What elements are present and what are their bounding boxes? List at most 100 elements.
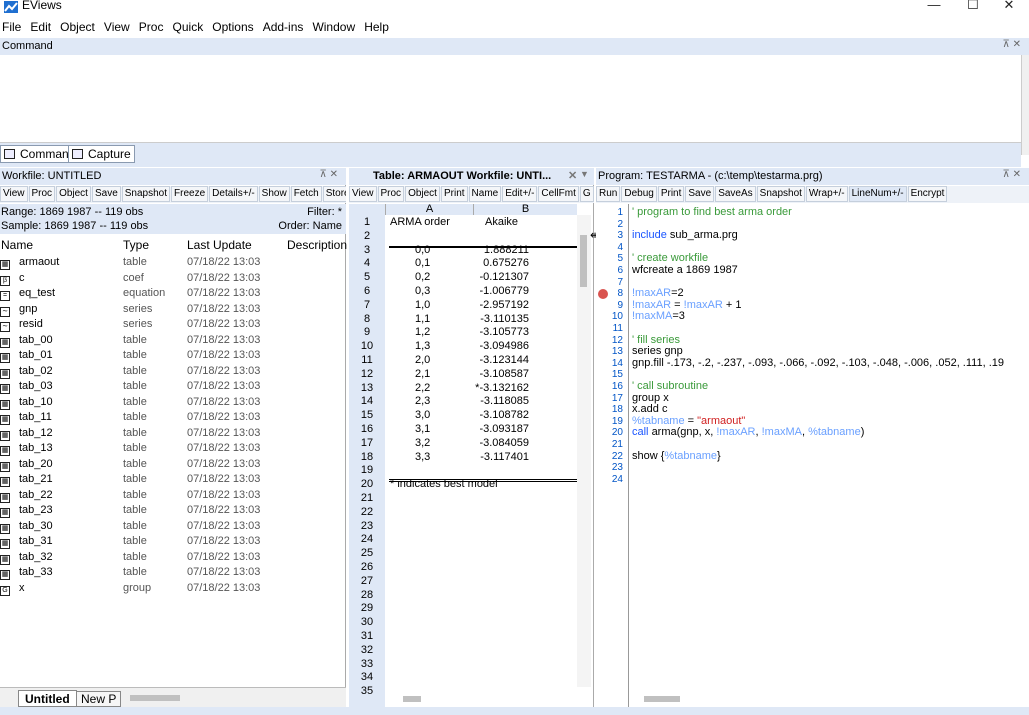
prg-linenum-button[interactable]: LineNum+/-	[848, 186, 907, 202]
table-cell-a[interactable]: 2,0	[415, 354, 430, 367]
table-row-number[interactable]: 6	[349, 285, 385, 299]
program-hscroll-thumb[interactable]	[644, 696, 680, 702]
code-line[interactable]: !maxAR = !maxAR + 1	[632, 300, 1029, 312]
table-row-number[interactable]: 20	[349, 478, 385, 492]
code-line[interactable]: wfcreate a 1869 1987	[632, 265, 1029, 277]
table-row-number[interactable]: 10	[349, 340, 385, 354]
code-line[interactable]: call arma(gnp, x, !maxAR, !maxMA, %tabna…	[632, 427, 1029, 439]
table-cell-a[interactable]: 2,1	[415, 368, 430, 381]
col-name[interactable]: Name	[1, 238, 33, 252]
table-row-number[interactable]: 14	[349, 395, 385, 409]
table-row-number[interactable]: 27	[349, 575, 385, 589]
list-item[interactable]: ▦ tab_30 table 07/18/22 13:03	[0, 520, 346, 534]
list-item[interactable]: ▦ tab_00 table 07/18/22 13:03	[0, 334, 346, 348]
table-cell-a[interactable]: 1,3	[415, 340, 430, 353]
command-scrollbar[interactable]	[1021, 55, 1029, 155]
prg-debug-button[interactable]: Debug	[621, 186, 657, 202]
list-item[interactable]: ▦ tab_20 table 07/18/22 13:03	[0, 458, 346, 472]
table-row-number[interactable]: 16	[349, 423, 385, 437]
pin-close-icon[interactable]: ⊼ ✕	[320, 169, 338, 180]
table-cell-a[interactable]: 1,0	[415, 299, 430, 312]
tbl-cellfmt-button[interactable]: CellFmt	[538, 186, 579, 202]
table-cell-a[interactable]: 0,3	[415, 285, 430, 298]
prg-print-button[interactable]: Print	[657, 186, 685, 202]
wf-object-button[interactable]: Object	[56, 186, 91, 202]
list-item[interactable]: ▦ tab_22 table 07/18/22 13:03	[0, 489, 346, 503]
wf-fetch-button[interactable]: Fetch	[290, 186, 322, 202]
code-line[interactable]: %tabname = "armaout"	[632, 416, 1029, 428]
code-line[interactable]: ' create workfile	[632, 253, 1029, 265]
table-cell-b[interactable]: -2.957192	[479, 299, 529, 312]
list-item[interactable]: ▦ tab_10 table 07/18/22 13:03	[0, 396, 346, 410]
wf-store-button[interactable]: Store	[322, 186, 346, 202]
table-cell-b[interactable]: -3.093187	[479, 423, 529, 436]
code-line[interactable]: x.add c	[632, 404, 1029, 416]
table-row-number[interactable]: 32	[349, 644, 385, 658]
table-cell-b[interactable]: -3.105773	[479, 326, 529, 339]
menu-addins[interactable]: Add-ins	[261, 18, 306, 34]
range-text[interactable]: Range: 1869 1987 -- 119 obs	[1, 206, 143, 219]
table-cell-a[interactable]: 1,1	[415, 313, 430, 326]
menu-proc[interactable]: Proc	[137, 18, 166, 34]
table-row-number[interactable]: 3	[349, 244, 385, 258]
table-cell-b[interactable]: -0.121307	[479, 271, 529, 284]
table-row-number[interactable]: 21	[349, 492, 385, 506]
table-row-number[interactable]: 25	[349, 547, 385, 561]
tbl-name-button[interactable]: Name	[468, 186, 502, 202]
wf-save-button[interactable]: Save	[91, 186, 121, 202]
pin-close-icon[interactable]: ⊼ ✕	[1003, 39, 1021, 50]
prg-save-button[interactable]: Save	[685, 186, 715, 202]
code-line[interactable]: gnp.fill -.173, -.2, -.237, -.093, -.066…	[632, 358, 1029, 370]
table-cell-a[interactable]: 3,2	[415, 437, 430, 450]
col-b-header[interactable]: B	[473, 204, 577, 215]
list-item[interactable]: ▦ tab_02 table 07/18/22 13:03	[0, 365, 346, 379]
table-cell-b[interactable]: -3.123144	[479, 354, 529, 367]
table-row-number[interactable]: 19	[349, 464, 385, 478]
table-row-number[interactable]: 11	[349, 354, 385, 368]
menu-view[interactable]: View	[102, 18, 132, 34]
table-cell-b[interactable]: -3.117401	[480, 451, 529, 464]
code-line[interactable]: !maxAR=2	[632, 288, 1029, 300]
table-row-number[interactable]: 34	[349, 671, 385, 685]
col-description[interactable]: Description	[287, 238, 347, 252]
command-input[interactable]	[0, 55, 1021, 143]
wf-proc-button[interactable]: Proc	[28, 186, 56, 202]
wf-view-button[interactable]: View	[0, 186, 28, 202]
table-cell-a[interactable]: 2,3	[415, 395, 430, 408]
table-row-number[interactable]: 18	[349, 451, 385, 465]
list-item[interactable]: ▦ tab_03 table 07/18/22 13:03	[0, 380, 346, 394]
table-hscroll-thumb[interactable]	[403, 696, 421, 702]
table-cell-a[interactable]: 3,0	[415, 409, 430, 422]
sample-text[interactable]: Sample: 1869 1987 -- 119 obs	[1, 220, 148, 233]
workfile-hscroll-thumb[interactable]	[130, 695, 180, 701]
table-cell-b[interactable]: -3.094986	[479, 340, 529, 353]
list-item[interactable]: ▦ tab_01 table 07/18/22 13:03	[0, 349, 346, 363]
code-line[interactable]: series gnp	[632, 346, 1029, 358]
col-a-header[interactable]: A	[385, 204, 473, 215]
order-text[interactable]: Order: Name	[278, 220, 342, 233]
wf-show-button[interactable]: Show	[258, 186, 290, 202]
table-row-number[interactable]: 30	[349, 616, 385, 630]
code-line[interactable]: group x	[632, 393, 1029, 405]
table-row-number[interactable]: 23	[349, 520, 385, 534]
list-item[interactable]: ▦ tab_33 table 07/18/22 13:03	[0, 566, 346, 580]
menu-help[interactable]: Help	[362, 18, 391, 34]
table-cell-b[interactable]: -3.110135	[480, 313, 529, 326]
close-button[interactable]: ✕	[989, 0, 1029, 15]
menu-edit[interactable]: Edit	[28, 18, 53, 34]
menu-file[interactable]: File	[0, 18, 23, 34]
table-row-number[interactable]: 4	[349, 257, 385, 271]
table-cell-a[interactable]: 3,1	[415, 423, 430, 436]
list-item[interactable]: = eq_test equation 07/18/22 13:03	[0, 287, 346, 301]
list-item[interactable]: ▦ tab_13 table 07/18/22 13:03	[0, 442, 346, 456]
table-row-number[interactable]: 29	[349, 602, 385, 616]
list-item[interactable]: ▦ tab_21 table 07/18/22 13:03	[0, 473, 346, 487]
tab-new-page[interactable]: New P	[76, 691, 122, 707]
list-item[interactable]: ∼ resid series 07/18/22 13:03	[0, 318, 346, 332]
table-row-number[interactable]: 12	[349, 368, 385, 382]
wf-snapshot-button[interactable]: Snapshot	[121, 186, 171, 202]
tbl-print-button[interactable]: Print	[440, 186, 468, 202]
prg-saveas-button[interactable]: SaveAs	[715, 186, 756, 202]
tbl-proc-button[interactable]: Proc	[377, 186, 405, 202]
table-cell-a[interactable]: ARMA order	[390, 216, 450, 229]
